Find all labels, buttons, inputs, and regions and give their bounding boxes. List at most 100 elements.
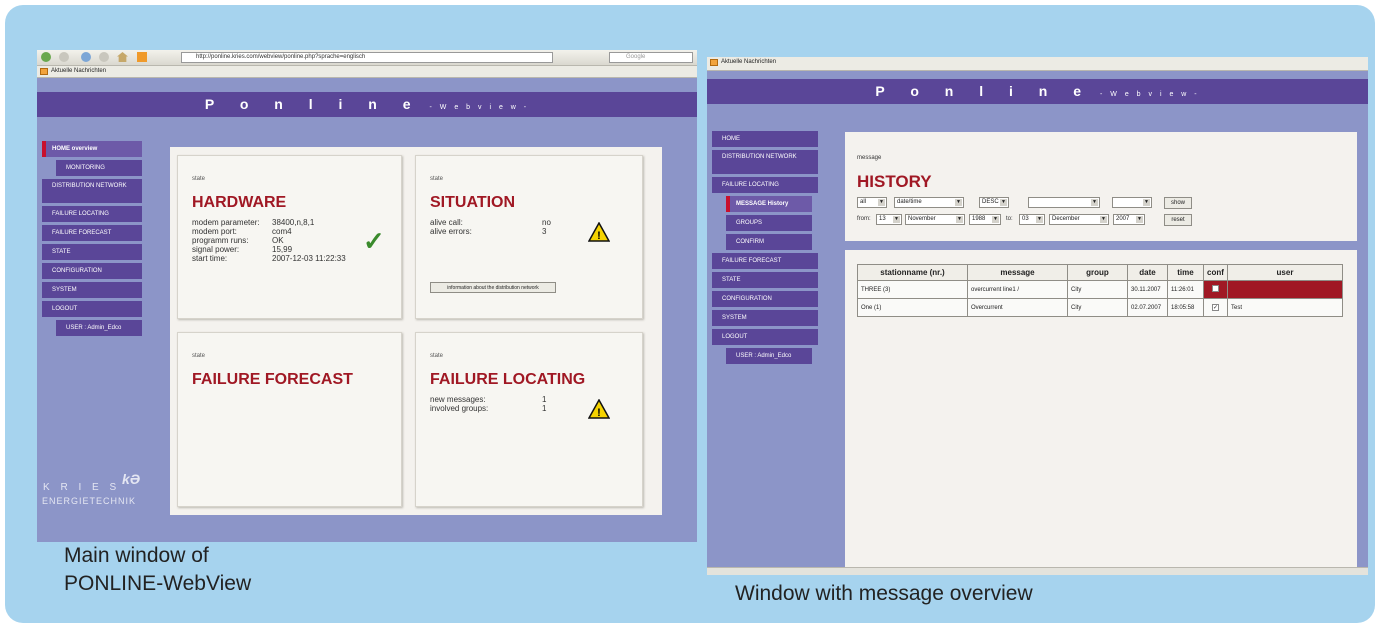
from-month-select[interactable]: November ▼ xyxy=(905,214,965,225)
nav-failure-forecast[interactable]: FAILURE FORECAST xyxy=(712,253,818,269)
energietechnik-logo-text: ENERGIETECHNIK xyxy=(42,496,137,506)
order-select[interactable]: DESC ▼ xyxy=(979,197,1009,208)
nav-system[interactable]: SYSTEM xyxy=(712,310,818,326)
from-year-select[interactable]: 1988 ▼ xyxy=(969,214,1001,225)
to-label: to: xyxy=(1006,216,1013,222)
to-year-select[interactable]: 2007 ▼ xyxy=(1113,214,1145,225)
filter-all-select[interactable]: all ▼ xyxy=(857,197,887,208)
nav-failure-locating[interactable]: FAILURE LOCATING xyxy=(42,206,142,222)
col-user[interactable]: user xyxy=(1227,264,1343,281)
nav-logout[interactable]: LOGOUT xyxy=(42,301,142,317)
col-time[interactable]: time xyxy=(1167,264,1204,281)
cell-message: Overcurrent xyxy=(967,298,1068,317)
bookmark-item[interactable]: Aktuelle Nachrichten xyxy=(721,59,776,65)
show-button[interactable]: show xyxy=(1164,197,1192,209)
stop-icon[interactable] xyxy=(99,52,109,62)
chevron-down-icon: ▼ xyxy=(1000,199,1007,206)
nav-configuration[interactable]: CONFIGURATION xyxy=(42,263,142,279)
filter-extra-select[interactable]: ▼ xyxy=(1112,197,1152,208)
app-header: P o n l i n e- W e b v i e w - xyxy=(37,92,697,117)
nav-failure-locating[interactable]: FAILURE LOCATING xyxy=(712,177,818,193)
chevron-down-icon: ▼ xyxy=(1143,199,1150,206)
forward-icon[interactable] xyxy=(59,52,69,62)
reset-button[interactable]: reset xyxy=(1164,214,1192,226)
cell-time: 11:26:01 xyxy=(1167,280,1204,299)
bookmarks-bar: Aktuelle Nachrichten xyxy=(37,66,697,78)
message-window-screenshot: Aktuelle Nachrichten P o n l i n e - W e … xyxy=(707,57,1368,575)
chevron-down-icon: ▼ xyxy=(1091,199,1098,206)
card-state-label: state xyxy=(192,353,206,359)
nav-logout[interactable]: LOGOUT xyxy=(712,329,818,345)
back-icon[interactable] xyxy=(41,52,51,62)
confirm-checkbox[interactable] xyxy=(1212,285,1219,292)
col-message[interactable]: message xyxy=(967,264,1068,281)
nav-system[interactable]: SYSTEM xyxy=(42,282,142,298)
cell-conf: ✓ xyxy=(1203,298,1228,317)
to-day-select[interactable]: 03 ▼ xyxy=(1019,214,1045,225)
browser-toolbar: http://ponline.kries.com/webview/ponline… xyxy=(37,50,697,66)
rss-folder-icon xyxy=(710,59,718,66)
message-label: message xyxy=(857,155,882,161)
card-state-label: state xyxy=(430,353,444,359)
table-row[interactable]: One (1) Overcurrent City 02.07.2007 18:0… xyxy=(857,298,1343,317)
situation-card: state SITUATION alive call: no alive erro… xyxy=(415,155,643,319)
left-nav: HOME overview MONITORING DISTRIBUTION NE… xyxy=(42,141,142,339)
nav-state[interactable]: STATE xyxy=(712,272,818,288)
app-subtitle: - W e b v i e w - xyxy=(429,104,530,111)
nav-home-overview[interactable]: HOME overview xyxy=(42,141,142,157)
cell-conf xyxy=(1203,280,1228,299)
chevron-down-icon: ▼ xyxy=(1100,216,1107,223)
rss-icon[interactable] xyxy=(137,52,147,62)
chevron-down-icon: ▼ xyxy=(992,216,999,223)
chevron-down-icon: ▼ xyxy=(878,199,885,206)
history-filter-panel: message HISTORY all ▼ date/time ▼ DESC ▼ ▼ … xyxy=(845,132,1357,241)
table-row[interactable]: THREE (3) overcurrent line1 / City 30.11… xyxy=(857,280,1343,299)
nav-confirm[interactable]: CONFIRM xyxy=(726,234,812,250)
col-conf[interactable]: conf xyxy=(1203,264,1228,281)
nav-message-history[interactable]: MESSAGE History xyxy=(726,196,812,212)
bookmark-item[interactable]: Aktuelle Nachrichten xyxy=(51,68,106,74)
col-stationname[interactable]: stationname (nr.) xyxy=(857,264,968,281)
app-subtitle: - W e b v i e w - xyxy=(1100,91,1200,98)
nav-state[interactable]: STATE xyxy=(42,244,142,260)
to-month-select[interactable]: December ▼ xyxy=(1049,214,1109,225)
bookmarks-bar: Aktuelle Nachrichten xyxy=(707,57,1368,71)
cell-user xyxy=(1227,280,1343,299)
nav-distribution-network[interactable]: DISTRIBUTION NETWORK xyxy=(42,179,142,203)
horizontal-scrollbar[interactable] xyxy=(707,567,1368,575)
left-caption: Main window of PONLINE-WebView xyxy=(64,544,252,595)
from-day-select[interactable]: 13 ▼ xyxy=(876,214,902,225)
cell-group: City xyxy=(1067,280,1128,299)
address-bar[interactable]: http://ponline.kries.com/webview/ponline… xyxy=(181,52,553,63)
nav-groups[interactable]: GROUPS xyxy=(726,215,812,231)
col-date[interactable]: date xyxy=(1127,264,1168,281)
user-label: USER : Admin_Edco xyxy=(726,348,812,364)
nav-home[interactable]: HOME xyxy=(712,131,818,147)
nav-distribution-network[interactable]: DISTRIBUTION NETWORK xyxy=(712,150,818,174)
nav-monitoring[interactable]: MONITORING xyxy=(56,160,142,176)
nav-failure-forecast[interactable]: FAILURE FORECAST xyxy=(42,225,142,241)
kries-logo-text: K R I E S xyxy=(43,482,121,493)
overview-panel: state HARDWARE modem parameter: 38400,n,8… xyxy=(170,147,662,515)
chevron-down-icon: ▼ xyxy=(1136,216,1143,223)
filter-value-select[interactable]: ▼ xyxy=(1028,197,1100,208)
card-title: SITUATION xyxy=(430,194,516,211)
message-table-panel: stationname (nr.) message group date tim… xyxy=(845,250,1357,567)
checkmark-icon: ✓ xyxy=(363,226,385,256)
situation-values: alive call: no alive errors: 3 xyxy=(430,218,551,236)
nav-configuration[interactable]: CONFIGURATION xyxy=(712,291,818,307)
reload-icon[interactable] xyxy=(81,52,91,62)
filter-field-select[interactable]: date/time ▼ xyxy=(894,197,964,208)
chevron-down-icon: ▼ xyxy=(893,216,900,223)
svg-text:!: ! xyxy=(597,230,601,242)
confirmed-checkbox[interactable]: ✓ xyxy=(1212,304,1219,311)
cell-user: Test xyxy=(1227,298,1343,317)
distribution-info-button[interactable]: information about the distribution netwo… xyxy=(430,282,556,293)
main-window-screenshot: http://ponline.kries.com/webview/ponline… xyxy=(37,50,697,542)
cell-group: City xyxy=(1067,298,1128,317)
search-input[interactable]: Google xyxy=(609,52,693,63)
col-group[interactable]: group xyxy=(1067,264,1128,281)
home-icon[interactable] xyxy=(117,52,128,62)
cell-time: 18:05:58 xyxy=(1167,298,1204,317)
chevron-down-icon: ▼ xyxy=(1036,216,1043,223)
